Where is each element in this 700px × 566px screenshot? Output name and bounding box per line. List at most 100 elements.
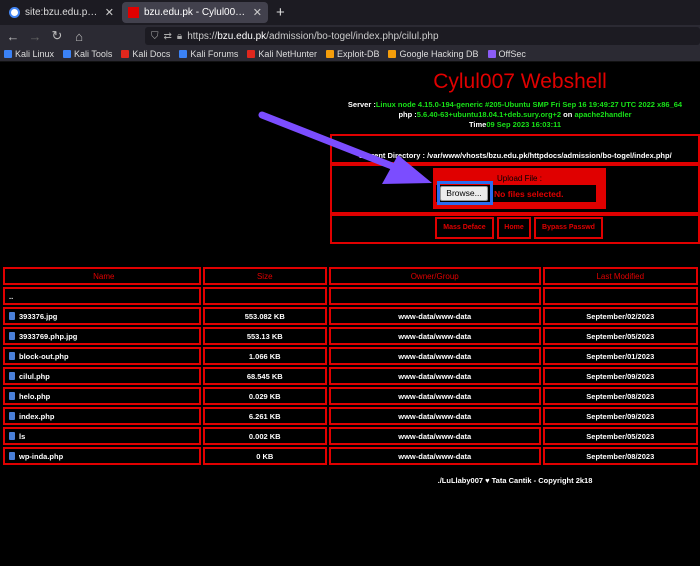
bookmark-item[interactable]: Exploit-DB: [325, 49, 379, 59]
file-name[interactable]: index.php: [19, 412, 54, 421]
tab-label: site:bzu.edu.pk "index of": [25, 7, 101, 18]
file-name[interactable]: ls: [19, 432, 25, 441]
file-name[interactable]: helo.php: [19, 392, 50, 401]
header-name[interactable]: Name: [3, 267, 201, 285]
new-tab-plus-icon[interactable]: +: [276, 4, 285, 21]
table-header-row: Name Size Owner/Group Last Modified: [3, 267, 698, 285]
home-button[interactable]: Home: [497, 217, 531, 239]
lock-icon: 🔒︎: [176, 30, 183, 42]
table-row: block-out.php 1.066 KB www-data/www-data Se…: [3, 347, 698, 365]
table-row: cilul.php 68.545 KB www-data/www-data Septe…: [3, 367, 698, 385]
header-owner[interactable]: Owner/Group: [328, 267, 541, 285]
bookmark-item[interactable]: Kali Docs: [121, 49, 170, 59]
file-size: 0 KB: [202, 447, 327, 465]
bookmark-icon: [63, 50, 72, 58]
bookmark-label: Kali Forums: [190, 49, 239, 59]
url-prefix: https://: [187, 30, 218, 42]
tab-label: bzu.edu.pk - Cylul007 We: [144, 7, 249, 18]
bookmark-icon: [247, 50, 256, 58]
tracking-icon: ⇄: [163, 30, 172, 42]
bookmark-icon: [325, 50, 334, 58]
bookmark-item[interactable]: Kali Forums: [179, 49, 238, 59]
file-name[interactable]: cilul.php: [19, 372, 50, 381]
bookmark-item[interactable]: Google Hacking DB: [388, 49, 479, 59]
webshell-page: Cylul007 Webshell Server :Linux node 4.1…: [0, 63, 700, 566]
bookmark-item[interactable]: Kali Linux: [4, 49, 54, 59]
file-name[interactable]: 3933769.php.jpg: [19, 332, 77, 341]
file-owner: www-data/www-data: [328, 367, 541, 385]
back-arrow-icon[interactable]: ←: [4, 29, 22, 44]
bookmark-item[interactable]: Kali NetHunter: [247, 49, 317, 59]
file-name-cell[interactable]: 3933769.php.jpg: [3, 327, 201, 345]
url-bar[interactable]: ⛉ ⇄ 🔒︎ https://bzu.edu.pk/admission/bo-t…: [145, 27, 700, 45]
file-icon: [9, 351, 15, 360]
file-name-cell[interactable]: ls: [3, 427, 201, 445]
bypass-passwd-button[interactable]: Bypass Passwd: [534, 217, 603, 239]
home-icon[interactable]: ⌂: [70, 29, 88, 44]
file-size: 553.13 KB: [202, 327, 327, 345]
no-file-text: No files selected.: [494, 189, 564, 199]
bookmark-label: Kali Linux: [15, 49, 55, 59]
file-name-cell[interactable]: block-out.php: [3, 347, 201, 365]
file-name[interactable]: wp-inda.php: [19, 452, 63, 461]
file-owner: www-data/www-data: [328, 347, 541, 365]
table-row: wp-inda.php 0 KB www-data/www-data Septembe…: [3, 447, 698, 465]
header-modified[interactable]: Last Modified: [542, 267, 698, 285]
bookmarks-bar: Kali Linux Kali Tools Kali Docs Kali Forums…: [0, 47, 700, 62]
shield-icon: ⛉: [151, 30, 159, 42]
file-size: 553.082 KB: [202, 307, 327, 325]
forward-arrow-icon[interactable]: →: [26, 29, 44, 44]
file-modified: September/02/2023: [542, 307, 698, 325]
time-value: 09 Sep 2023 16:03:11: [486, 120, 562, 129]
parent-dir-link[interactable]: ..: [3, 287, 201, 305]
file-owner: www-data/www-data: [328, 447, 541, 465]
page-title: Cylul007 Webshell: [433, 70, 607, 93]
file-name-cell[interactable]: cilul.php: [3, 367, 201, 385]
highlight-box: [437, 181, 493, 205]
close-tab-icon[interactable]: ✕: [253, 6, 262, 19]
empty-cell: [202, 287, 327, 305]
bookmark-item[interactable]: Kali Tools: [63, 49, 112, 59]
tab-google-search[interactable]: site:bzu.edu.pk "index of" ✕: [3, 2, 120, 23]
bookmark-icon: [121, 50, 130, 58]
mass-deface-button[interactable]: Mass Deface: [435, 217, 494, 239]
tab-webshell[interactable]: bzu.edu.pk - Cylul007 We ✕: [122, 2, 268, 23]
file-name-cell[interactable]: helo.php: [3, 387, 201, 405]
header-size[interactable]: Size: [202, 267, 327, 285]
tab-bar: site:bzu.edu.pk "index of" ✕ bzu.edu.pk …: [0, 0, 700, 25]
bookmark-label: Google Hacking DB: [399, 49, 479, 59]
file-size: 6.261 KB: [202, 407, 327, 425]
bookmark-icon: [179, 50, 188, 58]
file-modified: September/08/2023: [542, 447, 698, 465]
file-size: 1.066 KB: [202, 347, 327, 365]
php-value: 5.6.40-63+ubuntu18.04.1+deb.sury.org+2: [416, 110, 562, 119]
table-row: index.php 6.261 KB www-data/www-data Septem…: [3, 407, 698, 425]
file-owner: www-data/www-data: [328, 307, 541, 325]
table-row: helo.php 0.029 KB www-data/www-data Septemb…: [3, 387, 698, 405]
file-name[interactable]: 393376.jpg: [19, 312, 57, 321]
bookmark-label: Kali Tools: [74, 49, 113, 59]
file-modified: September/08/2023: [542, 387, 698, 405]
file-name-cell[interactable]: index.php: [3, 407, 201, 425]
close-tab-icon[interactable]: ✕: [105, 6, 114, 19]
server-value: Linux node 4.15.0-194-generic #205-Ubunt…: [375, 100, 683, 109]
file-owner: www-data/www-data: [328, 327, 541, 345]
bookmark-item[interactable]: OffSec: [487, 49, 526, 59]
file-owner: www-data/www-data: [328, 427, 541, 445]
file-name-cell[interactable]: wp-inda.php: [3, 447, 201, 465]
footer-text: ./LuLlaby007 ♥ Tata Cantik - Copyright 2…: [437, 476, 593, 485]
file-modified: September/01/2023: [542, 347, 698, 365]
server-label: Server :: [347, 100, 376, 109]
file-name-cell[interactable]: 393376.jpg: [3, 307, 201, 325]
table-row-parent: ..: [3, 287, 698, 305]
reload-icon[interactable]: ↻: [48, 28, 66, 44]
table-row: 3933769.php.jpg 553.13 KB www-data/www-dat…: [3, 327, 698, 345]
file-owner: www-data/www-data: [328, 407, 541, 425]
file-icon: [9, 371, 15, 380]
file-name[interactable]: block-out.php: [19, 352, 69, 361]
file-table: Name Size Owner/Group Last Modified .. 3…: [1, 265, 700, 467]
handler-value: apache2handler: [574, 110, 632, 119]
time-label: Time: [468, 120, 487, 129]
bookmark-label: Kali Docs: [132, 49, 171, 59]
bookmark-icon: [4, 50, 12, 58]
